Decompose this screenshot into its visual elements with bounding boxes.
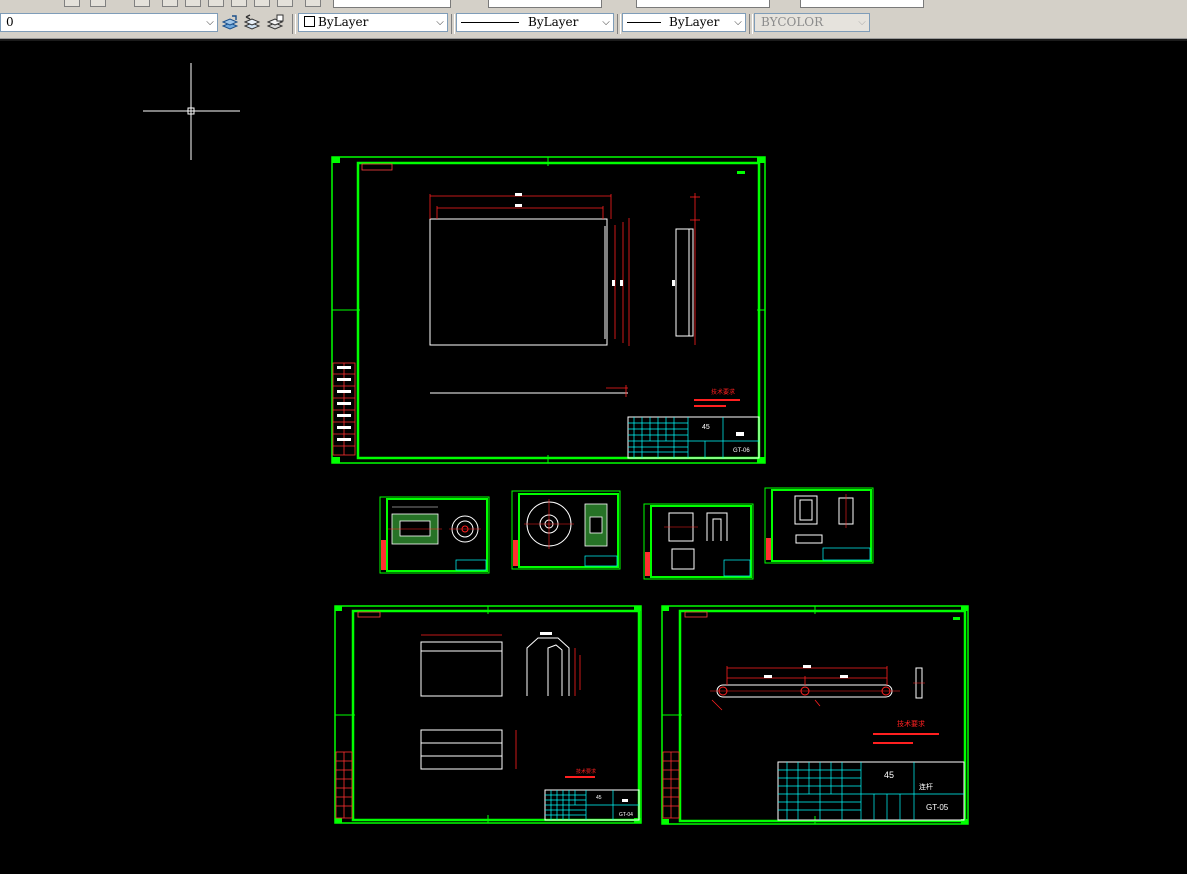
toolbar-combo-clipped[interactable]	[488, 0, 602, 8]
title-block: 45 GT-06	[627, 416, 760, 459]
toolbar-separator	[451, 14, 455, 34]
tech-requirements-title: 技术要求	[711, 388, 735, 396]
chevron-down-icon: ⌵	[602, 17, 610, 28]
color-value: ByLayer	[318, 15, 369, 29]
toolbar-button[interactable]	[305, 0, 321, 7]
lineweight-dropdown[interactable]: ByLayer ⌵	[622, 13, 746, 32]
drawing-number: GT-04	[619, 812, 633, 818]
plotstyle-dropdown[interactable]: BYCOLOR ⌵	[754, 13, 870, 32]
material-label: 45	[702, 424, 710, 431]
linetype-sample	[461, 22, 519, 23]
title-block: 45 GT-04	[544, 789, 640, 821]
toolbar-combo-clipped[interactable]	[800, 0, 924, 8]
toolbar-button[interactable]	[185, 0, 201, 7]
title-block: 45 连杆 GT-05	[777, 761, 965, 821]
linetype-value: ByLayer	[528, 15, 579, 29]
drawing-number: GT-05	[926, 803, 949, 812]
drawing-sheet-small-2[interactable]	[511, 490, 621, 570]
color-dropdown[interactable]: ByLayer ⌵	[298, 13, 448, 32]
toolbar-separator	[749, 14, 753, 34]
linetype-dropdown[interactable]: ByLayer ⌵	[456, 13, 614, 32]
layer-dropdown[interactable]: 0 ⌵	[0, 13, 218, 32]
color-swatch	[304, 16, 315, 27]
toolbar-button[interactable]	[277, 0, 293, 7]
layer-value: 0	[6, 15, 14, 29]
properties-toolbar: 0 ⌵ ByLayer ⌵ ByLayer ⌵ ByLayer ⌵ BYCOLO…	[0, 10, 1187, 41]
tech-requirements-title: 技术要求	[576, 768, 596, 775]
chevron-down-icon: ⌵	[734, 17, 742, 28]
toolbar-button[interactable]	[90, 0, 106, 7]
chevron-down-icon: ⌵	[436, 17, 444, 28]
toolbar-button[interactable]	[134, 0, 150, 7]
lineweight-sample	[627, 22, 661, 23]
plotstyle-value: BYCOLOR	[761, 15, 824, 29]
layer-states-icon[interactable]	[266, 14, 284, 32]
part-name: 连杆	[919, 782, 933, 791]
lineweight-value: ByLayer	[669, 15, 720, 29]
chevron-down-icon: ⌵	[858, 17, 866, 28]
toolbar-separator	[617, 14, 621, 34]
toolbar-button[interactable]	[231, 0, 247, 7]
material-label: 45	[596, 795, 602, 801]
drawing-sheet-bottom-right[interactable]: 技术要求 45 连杆 GT-05	[661, 605, 969, 825]
toolbar-combo-clipped[interactable]	[636, 0, 770, 8]
toolbar-combo-clipped[interactable]	[333, 0, 451, 8]
drawing-sheet-small-1[interactable]	[379, 496, 490, 574]
tech-requirements-title: 技术要求	[897, 719, 925, 728]
toolbar-button[interactable]	[162, 0, 178, 7]
drawing-sheet-small-3[interactable]	[643, 503, 754, 580]
crosshair-cursor	[143, 63, 240, 160]
toolbar-button[interactable]	[254, 0, 270, 7]
material-label: 45	[884, 770, 894, 780]
toolbar-separator	[292, 14, 296, 34]
layer-previous-icon[interactable]	[243, 14, 261, 32]
drawing-sheet-bottom-left[interactable]: 技术要求 45 GT-04	[334, 605, 642, 824]
drawing-canvas[interactable]: 技术要求 45 GT-06 技术要求 45 GT-04 技术要求 45 连杆 G…	[0, 41, 1187, 874]
toolbar-button[interactable]	[208, 0, 224, 7]
toolbar-button[interactable]	[64, 0, 80, 7]
drawing-number: GT-06	[733, 448, 750, 454]
drawing-sheet-top[interactable]: 技术要求 45 GT-06	[331, 156, 766, 464]
chevron-down-icon: ⌵	[206, 17, 214, 28]
drawing-sheet-small-4[interactable]	[764, 487, 874, 564]
make-object-layer-current-icon[interactable]	[221, 14, 239, 32]
